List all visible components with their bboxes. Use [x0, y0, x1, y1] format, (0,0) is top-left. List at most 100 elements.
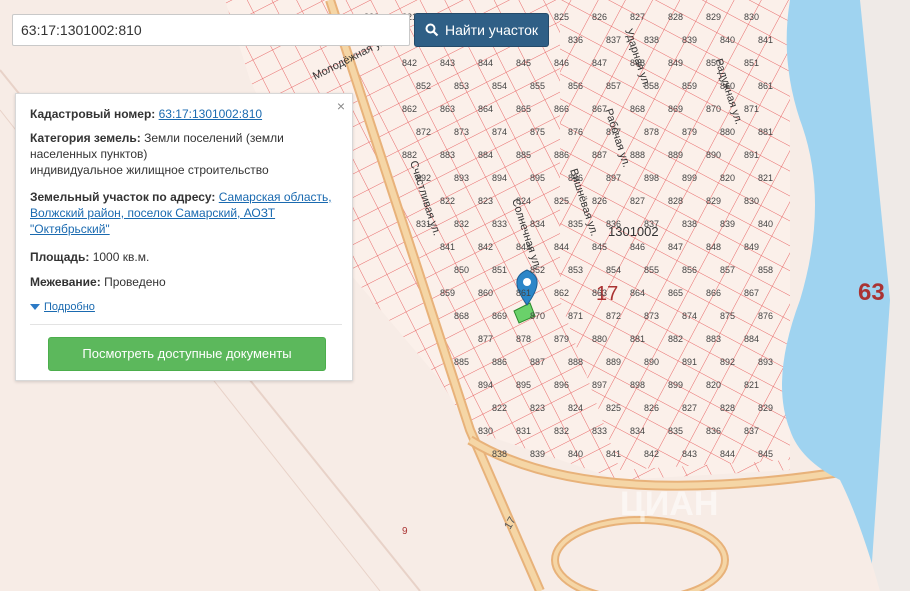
parcel-number: 847 [668, 242, 683, 252]
parcel-number: 886 [492, 357, 507, 367]
parcel-number: 837 [744, 426, 759, 436]
parcel-number: 850 [454, 265, 469, 275]
parcel-number: 881 [758, 127, 773, 137]
cadastral-label: Кадастровый номер: [30, 107, 156, 121]
survey-row: Межевание: Проведено [30, 274, 340, 290]
parcel-number: 848 [706, 242, 721, 252]
parcel-number: 843 [516, 242, 531, 252]
parcel-number: 844 [478, 58, 493, 68]
more-details-toggle[interactable]: Подробно [30, 298, 340, 315]
parcel-number: 849 [668, 58, 683, 68]
parcel-number: 854 [492, 81, 507, 91]
parcel-number: 844 [720, 449, 735, 459]
parcel-number: 830 [744, 196, 759, 206]
parcel-number: 864 [478, 104, 493, 114]
parcel-number: 870 [530, 311, 545, 321]
parcel-number: 851 [744, 58, 759, 68]
parcel-number: 871 [744, 104, 759, 114]
parcel-number: 872 [416, 127, 431, 137]
parcel-number: 879 [554, 334, 569, 344]
parcel-number: 848 [630, 58, 645, 68]
parcel-number: 869 [492, 311, 507, 321]
parcel-number: 823 [478, 196, 493, 206]
parcel-number: 852 [416, 81, 431, 91]
find-parcel-button[interactable]: Найти участок [414, 13, 549, 47]
parcel-number: 899 [682, 173, 697, 183]
parcel-number: 847 [592, 58, 607, 68]
parcel-number: 844 [554, 242, 569, 252]
parcel-number: 831 [416, 219, 431, 229]
parcel-number: 826 [644, 403, 659, 413]
parcel-number: 835 [668, 426, 683, 436]
parcel-number: 882 [402, 150, 417, 160]
parcel-number: 863 [440, 104, 455, 114]
address-label: Земельный участок по адресу: [30, 190, 216, 204]
parcel-number: 842 [644, 449, 659, 459]
parcel-number: 829 [758, 403, 773, 413]
parcel-number: 863 [592, 288, 607, 298]
parcel-number: 827 [682, 403, 697, 413]
more-details-link[interactable]: Подробно [44, 301, 95, 313]
parcel-number: 857 [720, 265, 735, 275]
parcel-number: 890 [644, 357, 659, 367]
parcel-number: 870 [706, 104, 721, 114]
parcel-number: 828 [668, 196, 683, 206]
parcel-number: 820 [720, 173, 735, 183]
parcel-number: 850 [706, 58, 721, 68]
cadastral-search-input[interactable] [12, 14, 410, 46]
cadastral-row: Кадастровый номер: 63:17:1301002:810 [30, 106, 340, 122]
parcel-number: 849 [744, 242, 759, 252]
parcel-number: 857 [606, 81, 621, 91]
parcel-number: 843 [440, 58, 455, 68]
parcel-number: 885 [454, 357, 469, 367]
parcel-number: 834 [530, 219, 545, 229]
parcel-number: 828 [720, 403, 735, 413]
parcel-number: 866 [706, 288, 721, 298]
parcel-number: 845 [516, 58, 531, 68]
parcel-number: 872 [606, 311, 621, 321]
parcel-number: 880 [720, 127, 735, 137]
parcel-number: 855 [644, 265, 659, 275]
watermark: ЦИАН [620, 485, 718, 523]
parcel-number: 823 [530, 403, 545, 413]
parcel-number: 841 [758, 35, 773, 45]
parcel-number: 878 [516, 334, 531, 344]
parcel-number: 836 [606, 219, 621, 229]
parcel-number: 879 [682, 127, 697, 137]
parcel-number: 894 [478, 380, 493, 390]
parcel-number: 891 [682, 357, 697, 367]
parcel-number: 866 [554, 104, 569, 114]
parcel-number: 837 [644, 219, 659, 229]
parcel-number: 865 [516, 104, 531, 114]
parcel-number: 853 [568, 265, 583, 275]
parcel-number: 822 [492, 403, 507, 413]
parcel-number: 851 [492, 265, 507, 275]
parcel-number: 840 [568, 449, 583, 459]
parcel-number: 833 [492, 219, 507, 229]
parcel-number: 895 [516, 380, 531, 390]
parcel-number: 836 [568, 35, 583, 45]
parcel-number: 885 [516, 150, 531, 160]
parcel-number: 860 [478, 288, 493, 298]
district-label: 63 [858, 279, 885, 306]
parcel-number: 858 [644, 81, 659, 91]
parcel-number: 826 [592, 12, 607, 22]
parcel-number: 854 [606, 265, 621, 275]
view-documents-label: Посмотреть доступные документы [82, 346, 292, 361]
find-parcel-label: Найти участок [444, 22, 539, 38]
parcel-number: 884 [478, 150, 493, 160]
parcel-number: 891 [744, 150, 759, 160]
parcel-number: 830 [744, 12, 759, 22]
parcel-number: 829 [706, 196, 721, 206]
parcel-number: 881 [630, 334, 645, 344]
parcel-number: 887 [592, 150, 607, 160]
cadastral-link[interactable]: 63:17:1301002:810 [159, 107, 262, 121]
parcel-number: 897 [592, 380, 607, 390]
parcel-number: 874 [492, 127, 507, 137]
view-documents-button[interactable]: Посмотреть доступные документы [48, 337, 326, 371]
parcel-number: 838 [644, 35, 659, 45]
parcel-number: 858 [758, 265, 773, 275]
parcel-number: 868 [630, 104, 645, 114]
parcel-number: 886 [554, 150, 569, 160]
parcel-number: 846 [554, 58, 569, 68]
